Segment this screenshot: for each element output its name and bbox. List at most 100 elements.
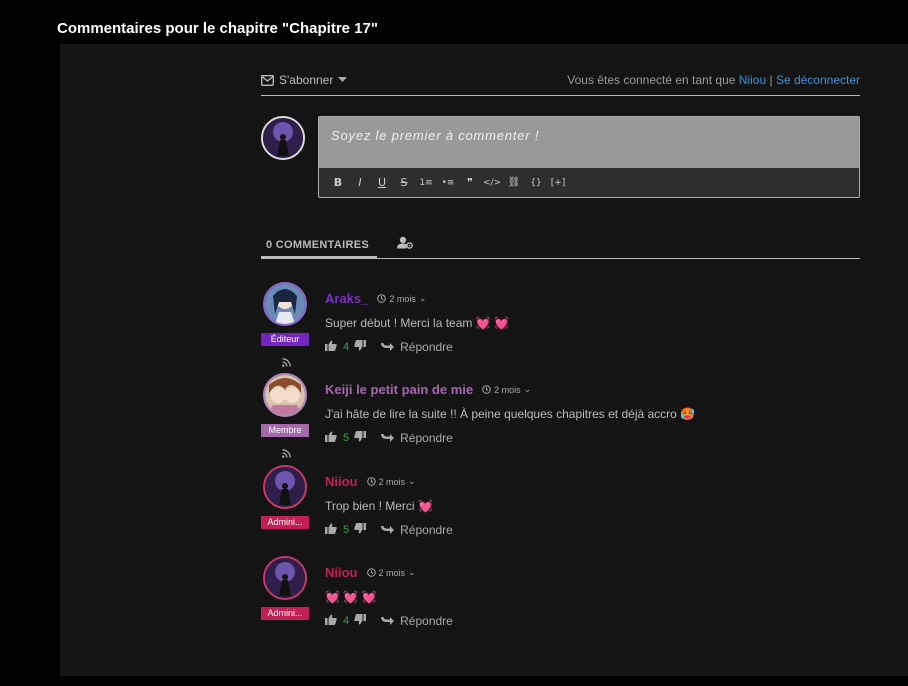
reply-arrow-icon	[381, 434, 395, 442]
time-suffix: ⌄	[523, 384, 532, 394]
comment-emoji: 🥵	[680, 407, 696, 421]
link-button[interactable]: ⛓	[503, 177, 525, 188]
rss-icon[interactable]	[282, 354, 291, 372]
comment-actions: 4 Répondre	[325, 340, 453, 354]
comment-author[interactable]: Niiou	[325, 565, 358, 580]
reply-arrow-icon	[381, 526, 395, 534]
comment-editor: Soyez le premier à commenter ! B I U S 1…	[318, 116, 860, 198]
comment-time[interactable]: 2 mois ⌄	[377, 293, 426, 304]
vote-count: 5	[343, 524, 350, 536]
quote-button[interactable]: ❞	[459, 176, 481, 189]
role-badge: Éditeur	[261, 333, 309, 346]
tab-comments-count[interactable]: 0 COMMENTAIRES	[261, 234, 377, 258]
comment-actions: 4 Répondre	[325, 614, 453, 628]
comment-actions: 5 Répondre	[325, 431, 453, 445]
ordered-list-button[interactable]: 1≡	[415, 178, 437, 188]
comments-header-bar: S'abonner Vous êtes connecté en tant que…	[261, 68, 860, 96]
comment-header: Niiou 2 mois ⌄	[325, 565, 416, 580]
comment-text: Super début ! Merci la team 💓 💓	[325, 316, 509, 330]
role-badge: Admini...	[261, 607, 309, 620]
comment-author[interactable]: Niiou	[325, 474, 358, 489]
comments-tabs: 0 COMMENTAIRES	[261, 234, 860, 259]
comment-actions: 5 Répondre	[325, 523, 453, 537]
vote-count: 5	[343, 432, 350, 444]
bullet-list-button[interactable]: •≡	[437, 178, 459, 188]
code-block-button[interactable]: {}	[525, 178, 547, 188]
time-suffix: ⌄	[408, 476, 416, 486]
current-user-avatar	[261, 116, 305, 160]
thumbs-down-icon[interactable]	[354, 523, 367, 537]
caret-down-icon	[338, 77, 348, 83]
reply-label: Répondre	[400, 340, 453, 354]
login-prefix: Vous êtes connecté en tant que	[567, 73, 736, 87]
avatar[interactable]	[263, 373, 307, 417]
clock-icon	[366, 568, 376, 577]
thumbs-up-icon[interactable]	[325, 523, 337, 537]
thumbs-up-icon[interactable]	[325, 340, 337, 354]
reply-arrow-icon	[381, 343, 395, 351]
page-title: Commentaires pour le chapitre "Chapitre …	[57, 20, 378, 37]
reply-button[interactable]: Répondre	[381, 523, 453, 537]
login-separator: |	[769, 73, 773, 87]
vote-count: 4	[343, 341, 350, 353]
comment-header: Araks_ 2 mois ⌄	[325, 291, 426, 306]
time-suffix: ⌄	[408, 567, 416, 577]
comment-time-label: 2 mois	[378, 567, 406, 578]
comment-time-label: 2 mois	[378, 476, 406, 487]
thumbs-up-icon[interactable]	[325, 431, 337, 445]
comment-author[interactable]: Keiji le petit pain de mie	[325, 382, 473, 397]
thumbs-up-icon[interactable]	[325, 614, 337, 628]
bold-button[interactable]: B	[327, 176, 349, 189]
comment-emoji: 💓	[417, 499, 433, 513]
login-status: Vous êtes connecté en tant que Niiou | S…	[567, 73, 860, 87]
editor-toolbar: B I U S 1≡ •≡ ❞ </> ⛓ {} [+]	[319, 168, 859, 197]
reply-button[interactable]: Répondre	[381, 614, 453, 628]
user-gear-icon[interactable]	[397, 236, 413, 254]
code-button[interactable]: </>	[481, 178, 503, 188]
avatar[interactable]	[263, 556, 307, 600]
vote-count: 4	[343, 615, 350, 627]
thumbs-down-icon[interactable]	[354, 340, 367, 354]
role-badge: Admini...	[261, 516, 309, 529]
comment-author[interactable]: Araks_	[325, 291, 368, 306]
expand-button[interactable]: [+]	[547, 178, 569, 188]
comment-emoji: 💓 💓	[475, 316, 509, 330]
clock-icon	[482, 385, 491, 394]
logout-link[interactable]: Se déconnecter	[776, 73, 860, 87]
comment-body: Trop bien ! Merci	[325, 499, 415, 513]
comment-time[interactable]: 2 mois ⌄	[366, 476, 416, 487]
italic-button[interactable]: I	[349, 176, 371, 189]
comment-header: Keiji le petit pain de mie 2 mois ⌄	[325, 382, 531, 397]
avatar[interactable]	[263, 282, 307, 326]
comment-item: Éditeur Araks_ 2 mois ⌄ Super début ! Mer…	[261, 282, 860, 367]
comment-text: Trop bien ! Merci 💓	[325, 499, 433, 513]
subscribe-label: S'abonner	[279, 73, 334, 87]
strike-button[interactable]: S	[393, 176, 415, 189]
comment-item: Admini... Niiou 2 mois ⌄ 💓 💓 💓 4 Répondre	[261, 556, 860, 640]
login-user-link[interactable]: Niiou	[739, 73, 766, 87]
reply-label: Répondre	[400, 614, 453, 628]
reply-button[interactable]: Répondre	[381, 431, 453, 445]
comment-time[interactable]: 2 mois ⌄	[482, 384, 531, 395]
comment-item: Membre Keiji le petit pain de mie 2 mois…	[261, 373, 860, 458]
comments-panel: S'abonner Vous êtes connecté en tant que…	[60, 44, 908, 676]
comment-body: Super début ! Merci la team	[325, 316, 473, 330]
comment-input[interactable]: Soyez le premier à commenter !	[319, 117, 859, 168]
avatar[interactable]	[263, 465, 307, 509]
comment-time[interactable]: 2 mois ⌄	[366, 567, 416, 578]
thumbs-down-icon[interactable]	[354, 431, 367, 445]
reply-label: Répondre	[400, 431, 453, 445]
comment-body: J'ai hâte de lire la suite !! À peine qu…	[325, 407, 677, 421]
role-badge: Membre	[261, 424, 309, 437]
rss-icon[interactable]	[282, 445, 291, 463]
underline-button[interactable]: U	[371, 176, 393, 189]
comment-item: Admini... Niiou 2 mois ⌄ Trop bien ! Merc…	[261, 465, 860, 549]
comment-text: J'ai hâte de lire la suite !! À peine qu…	[325, 407, 695, 421]
comment-time-label: 2 mois	[494, 384, 521, 395]
subscribe-dropdown[interactable]: S'abonner	[261, 73, 348, 87]
thumbs-down-icon[interactable]	[354, 614, 367, 628]
reply-label: Répondre	[400, 523, 453, 537]
clock-icon	[377, 294, 387, 303]
reply-button[interactable]: Répondre	[381, 340, 453, 354]
envelope-icon	[261, 74, 274, 86]
